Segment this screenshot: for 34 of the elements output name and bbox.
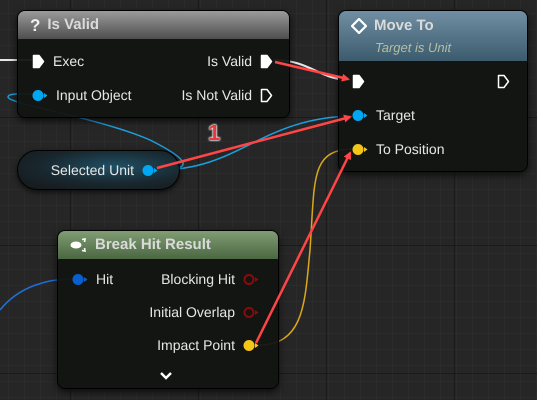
exec-pin-icon[interactable] [32, 54, 45, 68]
exec-pin-icon[interactable] [260, 88, 273, 102]
pin-label: Hit [96, 270, 114, 289]
pin-label: Initial Overlap [149, 303, 235, 322]
node-card[interactable]: Move To Target is Unit Target To Position [338, 10, 528, 172]
node-card[interactable]: Break Hit Result Hit Blocking Hit Initial Overlap Impact Point [57, 230, 279, 389]
pin-label: Target [376, 106, 415, 125]
node-title: Move To [374, 16, 434, 36]
diamond-icon [351, 18, 367, 34]
data-pin-icon[interactable] [243, 339, 259, 352]
pin-label: Is Valid [207, 52, 252, 70]
pin-label: Exec [53, 52, 84, 70]
pin-label: Is Not Valid [181, 86, 252, 104]
pin-label: Blocking Hit [161, 270, 235, 289]
data-pin-icon[interactable] [142, 164, 158, 176]
pin-label: To Position [376, 140, 444, 158]
exec-pin-icon[interactable] [352, 74, 365, 88]
pin-label: Selected Unit [50, 160, 134, 180]
node-subtitle: Target is Unit [374, 38, 452, 57]
pin-label: Impact Point [157, 336, 235, 355]
chevron-down-icon[interactable] [158, 370, 172, 380]
exec-pin-icon[interactable] [260, 54, 273, 68]
variable-node[interactable]: Selected Unit [17, 150, 180, 190]
data-pin-icon[interactable] [352, 108, 368, 122]
exec-pin-icon[interactable] [497, 74, 510, 88]
annotation-label: 1 [208, 119, 220, 147]
question-mark-icon: ? [30, 16, 40, 34]
node-card[interactable]: ? Is Valid Exec Is Valid Input Object Is Not Valid [17, 10, 290, 118]
node-title: Break Hit Result [95, 234, 211, 255]
split-icon [70, 238, 88, 252]
data-pin-icon[interactable] [352, 142, 368, 156]
pin-label: Input Object [56, 86, 132, 105]
node-title: Is Valid [47, 14, 100, 35]
data-pin-icon[interactable] [32, 88, 48, 102]
